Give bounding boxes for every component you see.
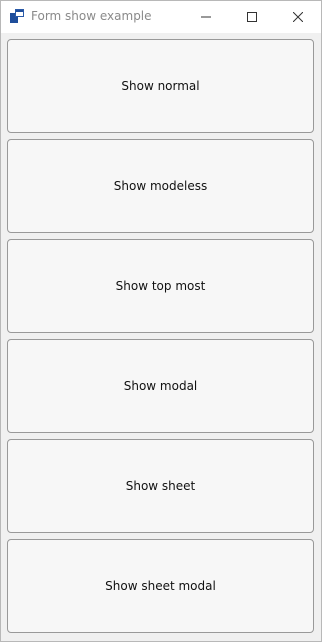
close-icon bbox=[293, 12, 303, 22]
maximize-icon bbox=[247, 12, 257, 22]
show-top-most-label: Show top most bbox=[115, 279, 206, 293]
app-window: Form show example Show normal Show model… bbox=[0, 0, 322, 642]
title-bar[interactable]: Form show example bbox=[1, 1, 321, 33]
show-top-most-button[interactable]: Show top most bbox=[7, 239, 314, 333]
show-sheet-button[interactable]: Show sheet bbox=[7, 439, 314, 533]
show-sheet-modal-label: Show sheet modal bbox=[105, 579, 216, 593]
show-sheet-label: Show sheet bbox=[125, 479, 196, 493]
show-modeless-label: Show modeless bbox=[113, 179, 208, 193]
app-icon bbox=[10, 9, 24, 23]
show-normal-button[interactable]: Show normal bbox=[7, 39, 314, 133]
minimize-button[interactable] bbox=[183, 1, 229, 33]
close-button[interactable] bbox=[275, 1, 321, 33]
show-normal-label: Show normal bbox=[121, 79, 200, 93]
maximize-button[interactable] bbox=[229, 1, 275, 33]
show-modal-button[interactable]: Show modal bbox=[7, 339, 314, 433]
window-title: Form show example bbox=[31, 9, 152, 23]
show-modal-label: Show modal bbox=[123, 379, 198, 393]
show-modeless-button[interactable]: Show modeless bbox=[7, 139, 314, 233]
minimize-icon bbox=[201, 16, 211, 18]
form-client-area: Show normal Show modeless Show top most … bbox=[1, 33, 321, 641]
show-sheet-modal-button[interactable]: Show sheet modal bbox=[7, 539, 314, 633]
